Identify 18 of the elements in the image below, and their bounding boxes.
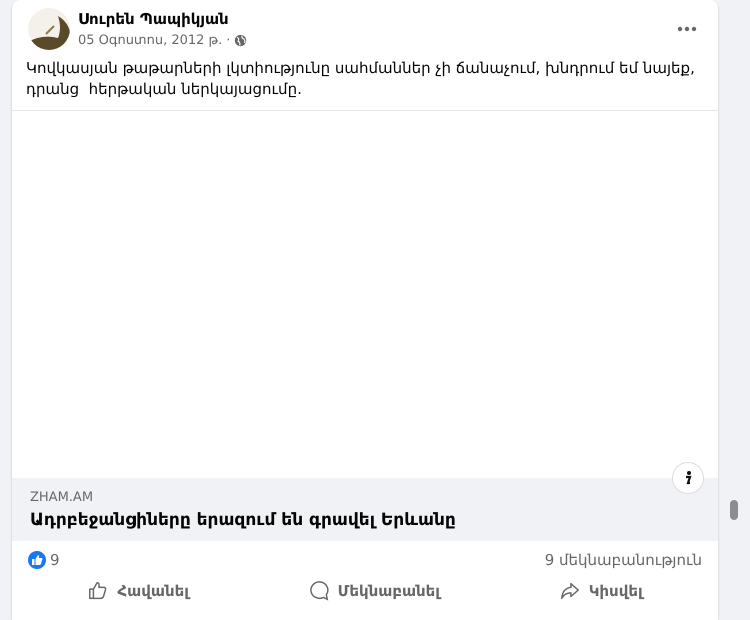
globe-icon	[234, 34, 248, 47]
avatar[interactable]	[28, 8, 70, 50]
speech-bubble-icon	[308, 580, 330, 602]
post-date[interactable]: 05 Օգոստոս, 2012 թ.	[78, 30, 222, 50]
like-button[interactable]: Հավանել	[79, 576, 197, 606]
link-title[interactable]: Ադրբեջանցիները երազում են գրավել Երևանը	[30, 508, 700, 533]
scrollbar-thumb[interactable]	[730, 500, 738, 520]
info-icon[interactable]	[672, 462, 704, 494]
post-text: Կովկասյան թաթարների լկտիությունը սահմաններ չի ճանաչում, խնդրում եմ նայեք, դրանց հերթական ներկայացումը.	[25, 58, 696, 100]
link-domain[interactable]: ZHAM.AM	[30, 488, 700, 508]
thumbs-up-icon	[87, 580, 110, 602]
separator: ·	[226, 32, 230, 50]
share-button[interactable]: Կիսվել	[550, 576, 651, 606]
comment-count[interactable]: 9 մեկնաբանություն	[544, 549, 702, 572]
like-count[interactable]: 9	[50, 549, 60, 572]
like-reaction-icon	[28, 551, 46, 570]
author-name[interactable]: Սուրեն Պապիկյան	[78, 8, 664, 30]
comment-button[interactable]: Մեկնաբանել	[300, 576, 448, 606]
